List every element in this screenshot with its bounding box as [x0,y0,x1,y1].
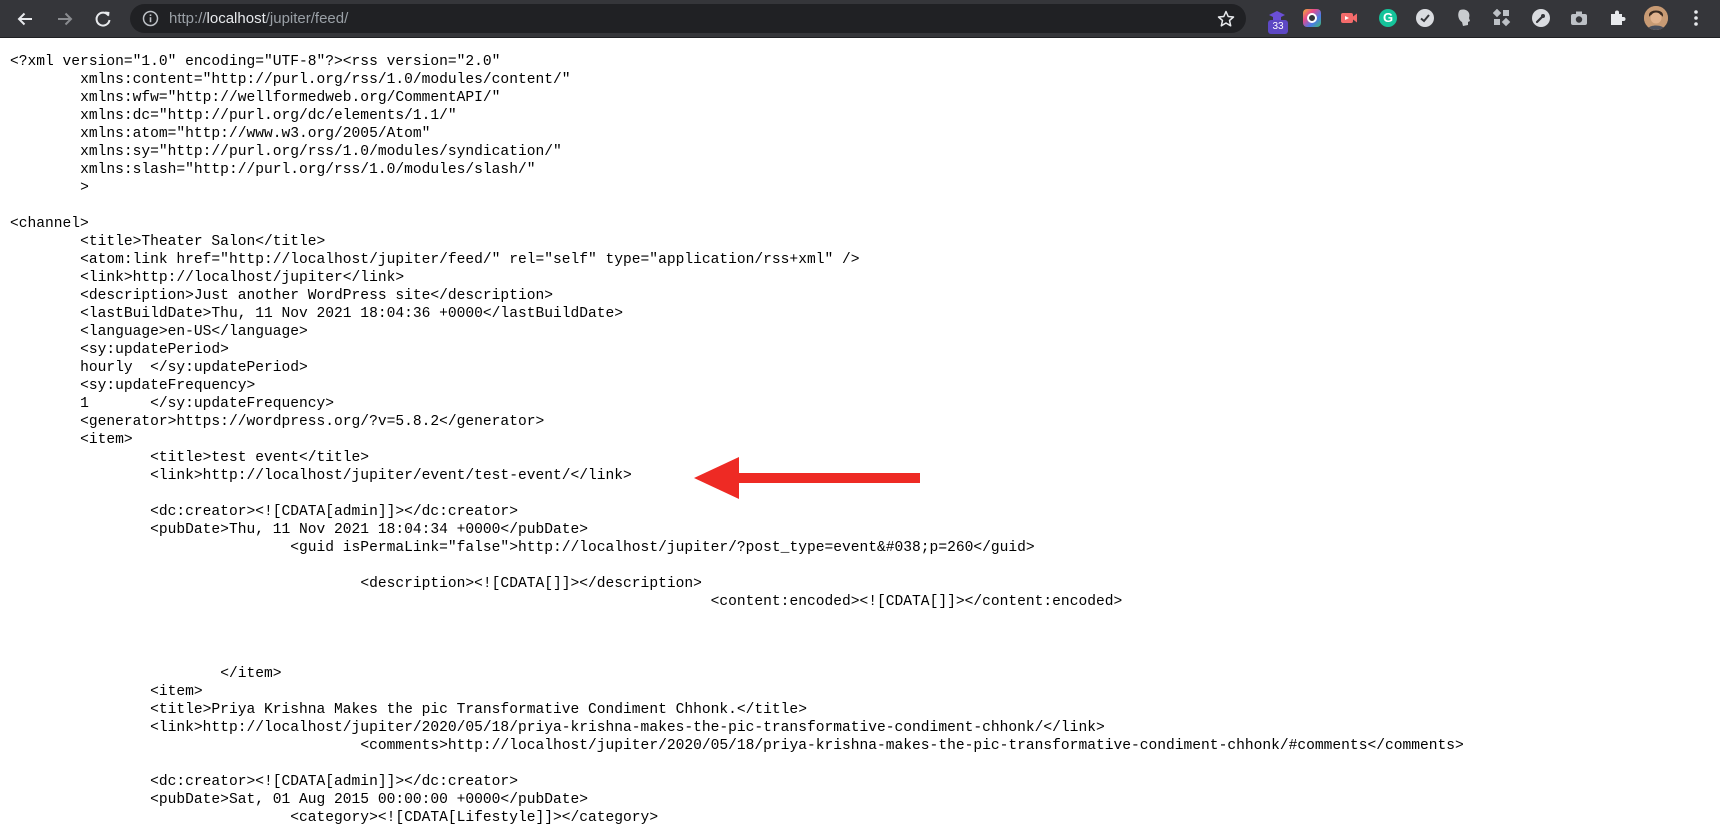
browser-menu-button[interactable] [1690,8,1702,33]
url-host: localhost [206,10,266,27]
extension-badge: 33 [1268,20,1288,34]
url-path: /jupiter/feed/ [265,10,349,27]
puzzle-piece-icon[interactable] [1606,7,1628,29]
reload-icon [95,11,111,27]
forward-button[interactable] [52,6,78,32]
url-text[interactable]: http://localhost/jupiter/feed/ [169,10,348,27]
address-bar[interactable]: http://localhost/jupiter/feed/ [130,4,1246,33]
xml-source-text: <?xml version="1.0" encoding="UTF-8"?><r… [10,54,1464,826]
extension-check-icon[interactable] [1414,7,1436,29]
extension-video-icon[interactable] [1338,7,1360,29]
info-icon[interactable] [142,10,159,27]
forward-arrow-icon [58,12,73,26]
star-icon[interactable] [1216,9,1236,29]
extension-wrench-icon[interactable] [1530,7,1552,29]
arrow-shaft [734,473,920,483]
back-button[interactable] [12,6,38,32]
reload-button[interactable] [90,6,116,32]
extension-colorful-icon[interactable] [1301,7,1323,29]
camera-icon[interactable] [1568,7,1590,29]
back-arrow-icon [17,12,32,26]
extension-grid-icon[interactable] [1491,7,1513,29]
browser-toolbar: http://localhost/jupiter/feed/ 33 G [0,0,1720,38]
grammarly-icon[interactable]: G [1377,7,1399,29]
extension-head-icon[interactable] [1453,7,1475,29]
arrow-head [694,457,739,499]
kebab-menu-icon [1694,10,1698,26]
red-arrow-annotation [694,457,920,499]
url-scheme: http:// [169,10,207,27]
profile-avatar[interactable] [1644,6,1668,30]
